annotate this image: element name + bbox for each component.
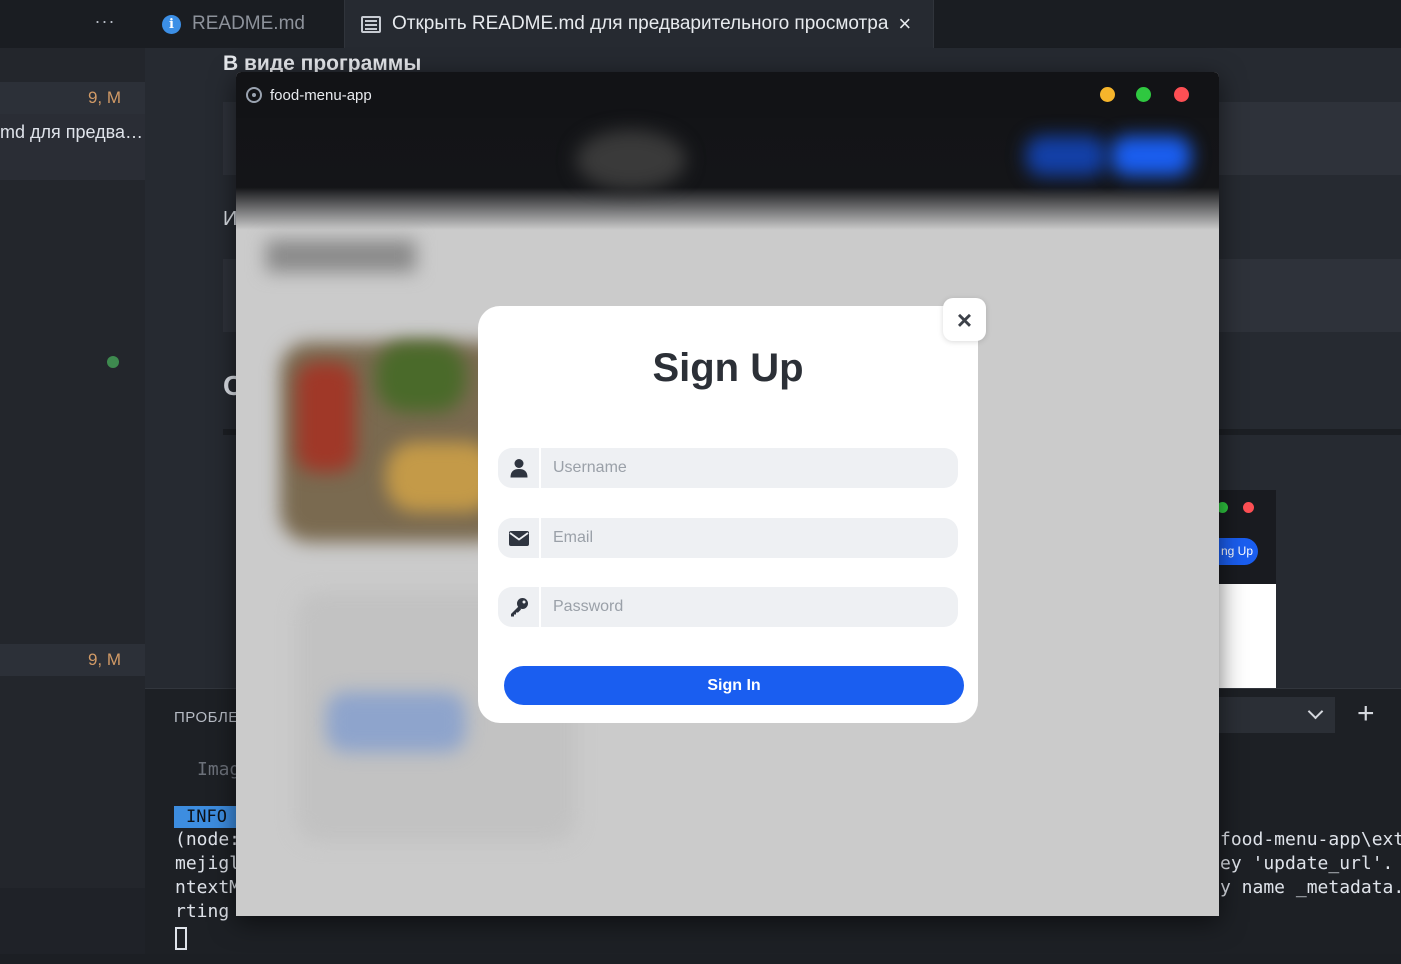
blurred-section-title [266, 240, 416, 272]
password-field [498, 587, 958, 627]
close-icon: × [956, 304, 973, 335]
terminal-line: ey 'update_url'. [1220, 853, 1394, 874]
username-input[interactable] [543, 448, 943, 488]
terminal-select[interactable] [1215, 697, 1335, 733]
minimize-button[interactable] [1100, 87, 1115, 102]
more-actions-button[interactable]: ··· [88, 8, 122, 38]
modal-close-button[interactable]: × [943, 298, 986, 341]
terminal-line: rting [175, 901, 230, 922]
blurred-signup-button [1111, 136, 1191, 176]
sign-in-button[interactable]: Sign In [504, 666, 964, 705]
electron-icon [246, 87, 262, 103]
info-badge: INFO [174, 806, 239, 828]
blurred-logo [576, 130, 686, 190]
modal-title: Sign Up [652, 346, 804, 390]
blurred-login-button [1026, 136, 1106, 176]
terminal-line: ntextM [175, 877, 241, 898]
app-titlebar[interactable]: food-menu-app [236, 72, 1219, 118]
signup-modal: × Sign Up Sign In [478, 298, 986, 723]
tab-preview-label: Открыть README.md для предварительного п… [392, 13, 889, 34]
app-window: food-menu-app × Sign Up Username Email S… [236, 72, 1219, 916]
embedded-content [1219, 584, 1276, 688]
tab-preview[interactable]: Открыть README.md для предварительного п… [344, 0, 934, 48]
new-terminal-button[interactable]: + [1357, 697, 1375, 731]
key-icon [498, 587, 541, 627]
preview-icon [361, 15, 381, 33]
email-input[interactable] [543, 518, 943, 558]
close-icon[interactable]: × [898, 11, 911, 37]
terminal-cursor [175, 927, 187, 950]
terminal-line: Imag [197, 759, 241, 780]
editor-tab-bar: ··· i README.md Открыть README.md для пр… [0, 0, 1401, 48]
envelope-icon [498, 518, 541, 558]
username-field [498, 448, 958, 488]
terminal-line: y name _metadata. [1220, 877, 1401, 898]
problems-badge: 9, M [87, 650, 121, 669]
tab-readme[interactable]: i README.md [150, 0, 342, 48]
status-bar [0, 954, 1401, 964]
user-icon [498, 448, 541, 488]
embedded-screenshot: ng Up [1210, 490, 1276, 688]
explorer-row[interactable]: 9, M [0, 82, 145, 114]
tab-readme-label: README.md [192, 13, 305, 34]
email-field [498, 518, 958, 558]
info-icon: i [162, 14, 181, 34]
terminal-line: (node: [175, 829, 241, 850]
modified-dot-icon [107, 356, 119, 368]
maximize-button[interactable] [1136, 87, 1151, 102]
explorer-sidebar: 9, M md для предва… 9, M [0, 48, 145, 888]
chevron-down-icon [1307, 703, 1324, 720]
close-dot-icon [1243, 502, 1254, 513]
terminal-line: food-menu-app\ext [1220, 829, 1401, 850]
problems-badge: 9, M [87, 88, 121, 107]
explorer-file-label: md для предва… [0, 122, 144, 142]
close-window-button[interactable] [1174, 87, 1189, 102]
blurred-food-image [376, 342, 466, 412]
explorer-row[interactable]: 9, M [0, 644, 145, 676]
explorer-row-selected[interactable]: md для предва… [0, 114, 145, 180]
blurred-card-button [326, 692, 466, 752]
app-title: food-menu-app [270, 86, 372, 104]
panel-tab-problems[interactable]: ПРОБЛЕ [174, 709, 239, 726]
terminal-line: mejigl [175, 853, 241, 874]
blurred-food-image [296, 362, 356, 472]
password-input[interactable] [543, 587, 943, 627]
